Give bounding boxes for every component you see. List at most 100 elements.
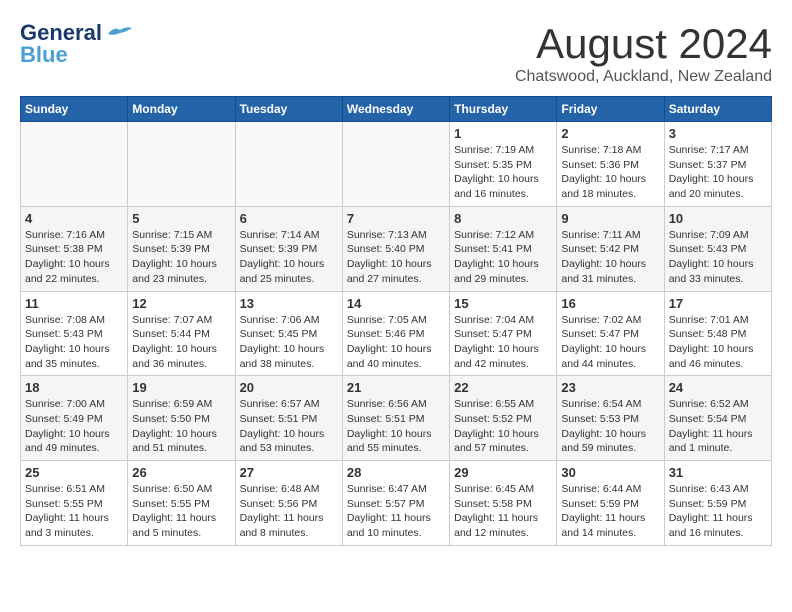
day-info: Sunrise: 7:12 AM Sunset: 5:41 PM Dayligh… xyxy=(454,228,552,287)
day-info: Sunrise: 7:01 AM Sunset: 5:48 PM Dayligh… xyxy=(669,313,767,372)
day-info: Sunrise: 6:55 AM Sunset: 5:52 PM Dayligh… xyxy=(454,397,552,456)
calendar-week-row: 4 Sunrise: 7:16 AM Sunset: 5:38 PM Daylig… xyxy=(21,206,772,291)
table-row: 22Sunrise: 6:55 AM Sunset: 5:52 PM Dayli… xyxy=(450,376,557,461)
day-number: 27 xyxy=(240,465,338,480)
day-info: Sunrise: 7:13 AM Sunset: 5:40 PM Dayligh… xyxy=(347,228,445,287)
table-row: 29 Sunrise: 6:45 AM Sunset: 5:58 PM Dayli… xyxy=(450,461,557,546)
calendar-table: Sunday Monday Tuesday Wednesday Thursday… xyxy=(20,96,772,546)
table-row: 23 Sunrise: 6:54 AM Sunset: 5:53 PM Dayli… xyxy=(557,376,664,461)
table-row: 19 Sunrise: 6:59 AM Sunset: 5:50 PM Dayli… xyxy=(128,376,235,461)
table-row: 2Sunrise: 7:18 AM Sunset: 5:36 PM Daylig… xyxy=(557,122,664,207)
table-row xyxy=(235,122,342,207)
table-row: 8Sunrise: 7:12 AM Sunset: 5:41 PM Daylig… xyxy=(450,206,557,291)
day-info: Sunrise: 7:00 AM Sunset: 5:49 PM Dayligh… xyxy=(25,397,123,456)
table-row: 30 Sunrise: 6:44 AM Sunset: 5:59 PM Dayli… xyxy=(557,461,664,546)
day-number: 7 xyxy=(347,211,445,226)
header-friday: Friday xyxy=(557,97,664,122)
header-thursday: Thursday xyxy=(450,97,557,122)
day-number: 16 xyxy=(561,296,659,311)
table-row: 27 Sunrise: 6:48 AM Sunset: 5:56 PM Dayli… xyxy=(235,461,342,546)
day-info: Sunrise: 7:07 AM Sunset: 5:44 PM Dayligh… xyxy=(132,313,230,372)
day-number: 24 xyxy=(669,380,767,395)
day-number: 15 xyxy=(454,296,552,311)
table-row: 21Sunrise: 6:56 AM Sunset: 5:51 PM Dayli… xyxy=(342,376,449,461)
day-info: Sunrise: 7:05 AM Sunset: 5:46 PM Dayligh… xyxy=(347,313,445,372)
day-number: 10 xyxy=(669,211,767,226)
logo-subtext: Blue xyxy=(20,42,68,68)
page-header: General Blue August 2024 Chatswood, Auck… xyxy=(20,20,772,86)
calendar-week-row: 18 Sunrise: 7:00 AM Sunset: 5:49 PM Dayli… xyxy=(21,376,772,461)
table-row: 3 Sunrise: 7:17 AM Sunset: 5:37 PM Daylig… xyxy=(664,122,771,207)
table-row: 26Sunrise: 6:50 AM Sunset: 5:55 PM Dayli… xyxy=(128,461,235,546)
table-row: 17 Sunrise: 7:01 AM Sunset: 5:48 PM Dayli… xyxy=(664,291,771,376)
day-number: 6 xyxy=(240,211,338,226)
day-info: Sunrise: 7:08 AM Sunset: 5:43 PM Dayligh… xyxy=(25,313,123,372)
day-info: Sunrise: 7:17 AM Sunset: 5:37 PM Dayligh… xyxy=(669,143,767,202)
header-sunday: Sunday xyxy=(21,97,128,122)
table-row: 1 Sunrise: 7:19 AM Sunset: 5:35 PM Daylig… xyxy=(450,122,557,207)
day-info: Sunrise: 6:51 AM Sunset: 5:55 PM Dayligh… xyxy=(25,482,123,541)
day-number: 29 xyxy=(454,465,552,480)
day-info: Sunrise: 6:56 AM Sunset: 5:51 PM Dayligh… xyxy=(347,397,445,456)
day-number: 4 xyxy=(25,211,123,226)
day-info: Sunrise: 6:54 AM Sunset: 5:53 PM Dayligh… xyxy=(561,397,659,456)
day-number: 20 xyxy=(240,380,338,395)
day-info: Sunrise: 6:57 AM Sunset: 5:51 PM Dayligh… xyxy=(240,397,338,456)
table-row: 7 Sunrise: 7:13 AM Sunset: 5:40 PM Daylig… xyxy=(342,206,449,291)
calendar-week-row: 11 Sunrise: 7:08 AM Sunset: 5:43 PM Dayli… xyxy=(21,291,772,376)
title-section: August 2024 Chatswood, Auckland, New Zea… xyxy=(515,20,772,86)
header-tuesday: Tuesday xyxy=(235,97,342,122)
day-number: 30 xyxy=(561,465,659,480)
day-number: 9 xyxy=(561,211,659,226)
day-number: 19 xyxy=(132,380,230,395)
day-number: 2 xyxy=(561,126,659,141)
header-monday: Monday xyxy=(128,97,235,122)
day-number: 3 xyxy=(669,126,767,141)
table-row: 15 Sunrise: 7:04 AM Sunset: 5:47 PM Dayli… xyxy=(450,291,557,376)
table-row: 12Sunrise: 7:07 AM Sunset: 5:44 PM Dayli… xyxy=(128,291,235,376)
table-row xyxy=(128,122,235,207)
day-info: Sunrise: 7:15 AM Sunset: 5:39 PM Dayligh… xyxy=(132,228,230,287)
table-row xyxy=(21,122,128,207)
day-info: Sunrise: 6:48 AM Sunset: 5:56 PM Dayligh… xyxy=(240,482,338,541)
day-number: 13 xyxy=(240,296,338,311)
header-saturday: Saturday xyxy=(664,97,771,122)
day-number: 31 xyxy=(669,465,767,480)
day-info: Sunrise: 6:45 AM Sunset: 5:58 PM Dayligh… xyxy=(454,482,552,541)
table-row: 4 Sunrise: 7:16 AM Sunset: 5:38 PM Daylig… xyxy=(21,206,128,291)
month-title: August 2024 xyxy=(515,20,772,68)
day-number: 23 xyxy=(561,380,659,395)
day-number: 11 xyxy=(25,296,123,311)
day-info: Sunrise: 7:14 AM Sunset: 5:39 PM Dayligh… xyxy=(240,228,338,287)
day-number: 1 xyxy=(454,126,552,141)
table-row: 10Sunrise: 7:09 AM Sunset: 5:43 PM Dayli… xyxy=(664,206,771,291)
table-row: 28 Sunrise: 6:47 AM Sunset: 5:57 PM Dayli… xyxy=(342,461,449,546)
day-info: Sunrise: 6:47 AM Sunset: 5:57 PM Dayligh… xyxy=(347,482,445,541)
day-number: 18 xyxy=(25,380,123,395)
day-number: 26 xyxy=(132,465,230,480)
day-info: Sunrise: 7:19 AM Sunset: 5:35 PM Dayligh… xyxy=(454,143,552,202)
table-row xyxy=(342,122,449,207)
table-row: 5Sunrise: 7:15 AM Sunset: 5:39 PM Daylig… xyxy=(128,206,235,291)
table-row: 31 Sunrise: 6:43 AM Sunset: 5:59 PM Dayli… xyxy=(664,461,771,546)
day-info: Sunrise: 7:11 AM Sunset: 5:42 PM Dayligh… xyxy=(561,228,659,287)
calendar-week-row: 25Sunrise: 6:51 AM Sunset: 5:55 PM Dayli… xyxy=(21,461,772,546)
table-row: 6 Sunrise: 7:14 AM Sunset: 5:39 PM Daylig… xyxy=(235,206,342,291)
logo-bird-icon xyxy=(106,24,134,42)
table-row: 13 Sunrise: 7:06 AM Sunset: 5:45 PM Dayli… xyxy=(235,291,342,376)
calendar-week-row: 1 Sunrise: 7:19 AM Sunset: 5:35 PM Daylig… xyxy=(21,122,772,207)
day-info: Sunrise: 6:59 AM Sunset: 5:50 PM Dayligh… xyxy=(132,397,230,456)
day-info: Sunrise: 7:06 AM Sunset: 5:45 PM Dayligh… xyxy=(240,313,338,372)
day-info: Sunrise: 7:16 AM Sunset: 5:38 PM Dayligh… xyxy=(25,228,123,287)
table-row: 25Sunrise: 6:51 AM Sunset: 5:55 PM Dayli… xyxy=(21,461,128,546)
header-wednesday: Wednesday xyxy=(342,97,449,122)
day-number: 17 xyxy=(669,296,767,311)
day-info: Sunrise: 6:43 AM Sunset: 5:59 PM Dayligh… xyxy=(669,482,767,541)
day-info: Sunrise: 6:44 AM Sunset: 5:59 PM Dayligh… xyxy=(561,482,659,541)
day-info: Sunrise: 7:04 AM Sunset: 5:47 PM Dayligh… xyxy=(454,313,552,372)
day-number: 14 xyxy=(347,296,445,311)
table-row: 20 Sunrise: 6:57 AM Sunset: 5:51 PM Dayli… xyxy=(235,376,342,461)
day-number: 28 xyxy=(347,465,445,480)
day-info: Sunrise: 6:52 AM Sunset: 5:54 PM Dayligh… xyxy=(669,397,767,456)
table-row: 24 Sunrise: 6:52 AM Sunset: 5:54 PM Dayli… xyxy=(664,376,771,461)
